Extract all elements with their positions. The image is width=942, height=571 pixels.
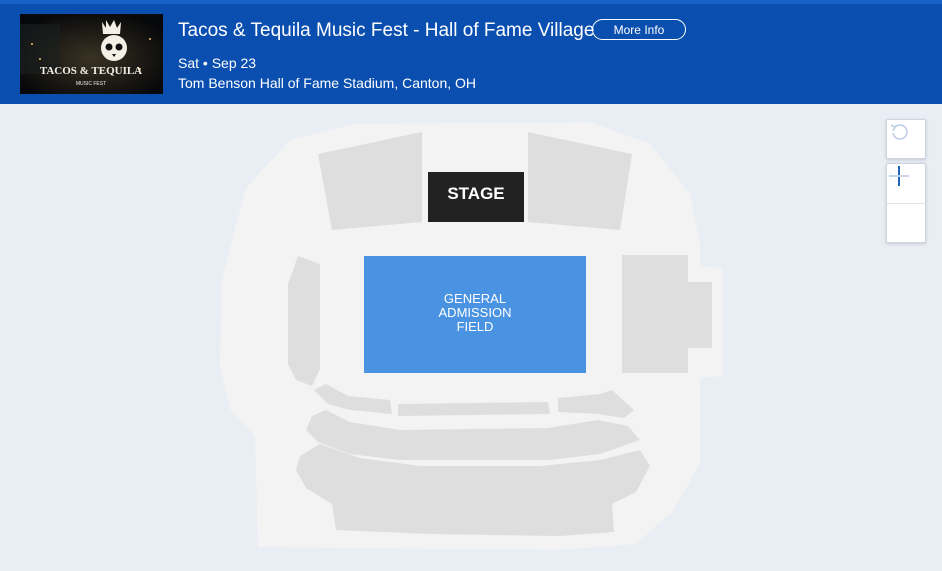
reset-map-button[interactable]: [886, 119, 926, 159]
seat-map[interactable]: STAGE GENERAL ADMISSION FIELD: [0, 104, 942, 571]
thumbnail-subtext: MUSIC FEST: [76, 81, 106, 87]
general-admission-field[interactable]: [364, 256, 586, 373]
stadium-map-svg: [220, 122, 722, 550]
section-left[interactable]: [288, 256, 320, 386]
minus-icon: [889, 175, 909, 177]
event-header: TACOS & TEQUILA MUSIC FEST Tacos & Tequi…: [0, 0, 942, 104]
event-thumbnail: TACOS & TEQUILA MUSIC FEST: [20, 14, 163, 94]
section-lower-inner-center[interactable]: [398, 402, 550, 416]
stage: [428, 172, 524, 222]
zoom-out-button[interactable]: [887, 175, 925, 242]
thumbnail-wordmark: TACOS & TEQUILA: [40, 65, 142, 77]
event-date: Sat • Sep 23: [178, 55, 257, 71]
event-venue: Tom Benson Hall of Fame Stadium, Canton,…: [178, 75, 477, 91]
reset-icon: [890, 124, 908, 140]
event-title: Tacos & Tequila Music Fest - Hall of Fam…: [178, 20, 595, 41]
zoom-controls: [886, 163, 926, 243]
more-info-button[interactable]: More Info: [592, 19, 686, 40]
